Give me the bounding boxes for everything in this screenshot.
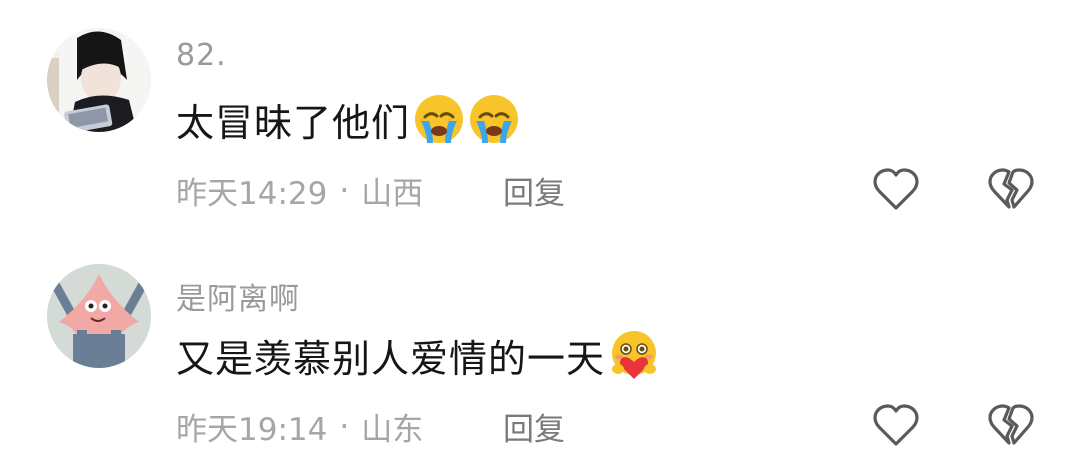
broken-heart-icon[interactable] [987, 402, 1035, 448]
heart-outline-icon[interactable] [872, 402, 920, 448]
username[interactable]: 是阿离啊 [176, 274, 300, 318]
comment-body: 又是羡慕别人爱情的一天 [176, 327, 660, 383]
location: 山西 [361, 176, 424, 212]
timestamp: 昨天19:14 [176, 412, 328, 448]
comment-meta: 昨天19:14 · 山东 [176, 404, 423, 449]
avatar[interactable] [47, 264, 151, 368]
comment-item: 82. 太冒昧了他们 昨天14:29 · 山西 回复 [0, 0, 1088, 235]
face-holding-heart-emoji [608, 329, 660, 381]
comment-text: 太冒昧了他们 [176, 100, 411, 145]
username[interactable]: 82. [176, 38, 227, 73]
separator: · [339, 172, 350, 209]
location: 山东 [361, 412, 424, 448]
crying-face-emoji [468, 93, 520, 145]
crying-face-emoji [413, 93, 465, 145]
comment-item: 是阿离啊 又是羡慕别人爱情的一天 昨天19:14 · 山东 回复 [0, 236, 1088, 471]
heart-outline-icon[interactable] [872, 166, 920, 212]
timestamp: 昨天14:29 [176, 176, 328, 212]
broken-heart-icon[interactable] [987, 166, 1035, 212]
reply-button[interactable]: 回复 [503, 168, 565, 213]
comment-meta: 昨天14:29 · 山西 [176, 168, 423, 213]
comment-body: 太冒昧了他们 [176, 91, 520, 147]
avatar[interactable] [47, 28, 151, 132]
separator: · [339, 408, 350, 445]
comment-text: 又是羡慕别人爱情的一天 [176, 336, 606, 381]
reply-button[interactable]: 回复 [503, 404, 565, 449]
